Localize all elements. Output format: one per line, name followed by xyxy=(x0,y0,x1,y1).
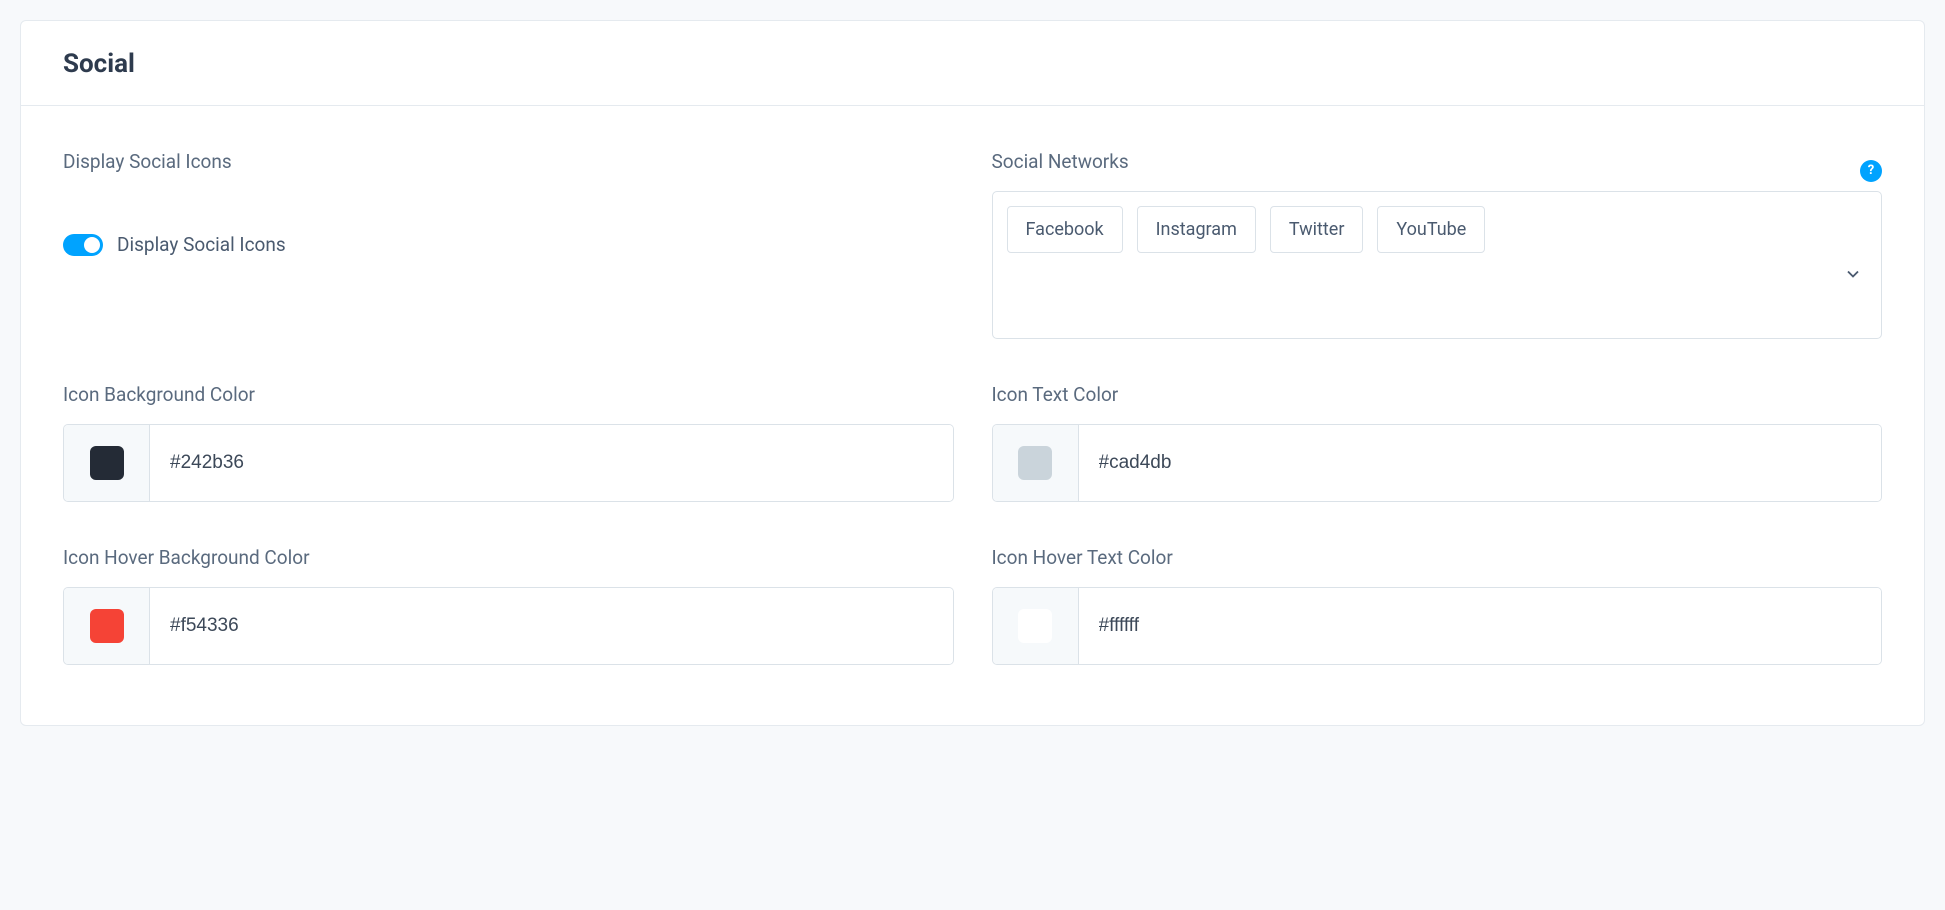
icon-hover-text-color-field: Icon Hover Text Color xyxy=(992,546,1883,665)
icon-text-label: Icon Text Color xyxy=(992,383,1883,406)
display-social-toggle[interactable] xyxy=(63,234,103,256)
help-icon[interactable]: ? xyxy=(1860,160,1882,182)
display-social-toggle-label: Display Social Icons xyxy=(117,233,286,256)
chip-instagram[interactable]: Instagram xyxy=(1137,206,1256,253)
icon-hover-text-label: Icon Hover Text Color xyxy=(992,546,1883,569)
social-settings-card: Social Display Social Icons Display Soci… xyxy=(20,20,1925,726)
icon-bg-swatch xyxy=(90,446,124,480)
icon-hover-bg-swatch-button[interactable] xyxy=(64,588,150,664)
icon-hover-text-swatch-button[interactable] xyxy=(993,588,1079,664)
card-header: Social xyxy=(21,21,1924,106)
icon-text-swatch xyxy=(1018,446,1052,480)
icon-text-swatch-button[interactable] xyxy=(993,425,1079,501)
social-networks-select[interactable]: Facebook Instagram Twitter YouTube xyxy=(992,191,1883,339)
display-social-toggle-row: Display Social Icons xyxy=(63,233,954,256)
social-networks-field: Social Networks ? Facebook Instagram Twi… xyxy=(992,150,1883,339)
display-social-heading: Display Social Icons xyxy=(63,150,954,173)
icon-hover-bg-color-field: Icon Hover Background Color xyxy=(63,546,954,665)
icon-bg-label: Icon Background Color xyxy=(63,383,954,406)
card-title: Social xyxy=(63,49,1882,79)
chip-twitter[interactable]: Twitter xyxy=(1270,206,1364,253)
icon-hover-bg-swatch xyxy=(90,609,124,643)
icon-bg-color-field: Icon Background Color xyxy=(63,383,954,502)
icon-text-input[interactable] xyxy=(1079,425,1882,501)
social-networks-heading: Social Networks xyxy=(992,150,1129,173)
display-social-icons-field: Display Social Icons Display Social Icon… xyxy=(63,150,954,339)
chip-youtube[interactable]: YouTube xyxy=(1377,206,1485,253)
chip-facebook[interactable]: Facebook xyxy=(1007,206,1123,253)
icon-bg-input[interactable] xyxy=(150,425,953,501)
chevron-down-icon[interactable] xyxy=(1843,264,1863,288)
icon-hover-bg-input[interactable] xyxy=(150,588,953,664)
icon-hover-text-swatch xyxy=(1018,609,1052,643)
icon-text-color-field: Icon Text Color xyxy=(992,383,1883,502)
icon-hover-bg-label: Icon Hover Background Color xyxy=(63,546,954,569)
icon-hover-text-input[interactable] xyxy=(1079,588,1882,664)
icon-bg-swatch-button[interactable] xyxy=(64,425,150,501)
